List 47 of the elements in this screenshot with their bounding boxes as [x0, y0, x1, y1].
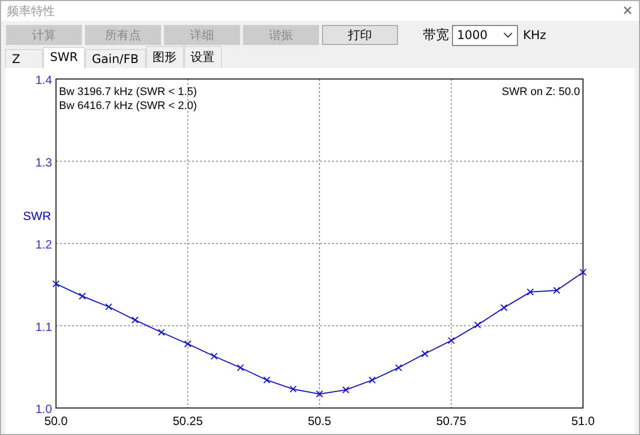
y-tick-label: 1.1	[35, 320, 52, 334]
point	[290, 386, 297, 393]
toolbar-button[interactable]: 打印	[322, 25, 398, 45]
tab[interactable]: 图形	[146, 46, 184, 68]
close-button[interactable]: ✕	[622, 4, 633, 18]
point	[78, 292, 86, 300]
window-title: 频率特性	[7, 2, 55, 20]
x-tick-label: 50.75	[436, 414, 466, 428]
bandwidth-dropdown[interactable]: 1000	[452, 24, 518, 46]
point	[263, 376, 270, 384]
point	[448, 337, 455, 344]
x-tick-label: 50.25	[172, 414, 203, 428]
y-axis-label: SWR	[23, 209, 51, 223]
point	[184, 340, 192, 348]
x-tick-label: 50.0	[44, 414, 68, 428]
point	[158, 328, 165, 336]
point	[368, 376, 376, 384]
point	[474, 321, 482, 328]
y-tick-label: 1.4	[35, 73, 52, 87]
bandwidth-note: Bw 3196.7 kHz (SWR < 1.5)	[59, 86, 197, 98]
point	[132, 316, 139, 324]
x-tick-label: 51.0	[571, 414, 595, 428]
point	[553, 286, 560, 294]
tab[interactable]: Gain/FB	[84, 49, 146, 68]
chevron-down-icon	[503, 32, 513, 38]
point	[526, 288, 534, 296]
point	[105, 303, 112, 310]
point	[342, 386, 350, 394]
y-tick-label: 1.2	[35, 238, 52, 252]
tab[interactable]: SWR	[43, 47, 85, 68]
reference-note: SWR on Z: 50.0	[502, 86, 580, 98]
point	[236, 364, 244, 372]
unit-label: KHz	[523, 28, 546, 42]
x-tick-label: 50.5	[308, 414, 332, 428]
tab[interactable]: 设置	[184, 46, 222, 68]
bandwidth-note: Bw 6416.7 kHz (SWR < 2.0)	[59, 100, 197, 112]
point	[52, 280, 60, 288]
point	[580, 268, 586, 276]
point	[500, 304, 508, 312]
point	[316, 390, 323, 398]
point	[395, 364, 402, 372]
bandwidth-label: 带宽	[423, 27, 449, 44]
point	[421, 350, 428, 358]
tab[interactable]: Z	[5, 49, 43, 68]
point	[210, 352, 218, 360]
y-tick-label: 1.0	[35, 402, 52, 416]
y-tick-label: 1.3	[35, 155, 52, 170]
